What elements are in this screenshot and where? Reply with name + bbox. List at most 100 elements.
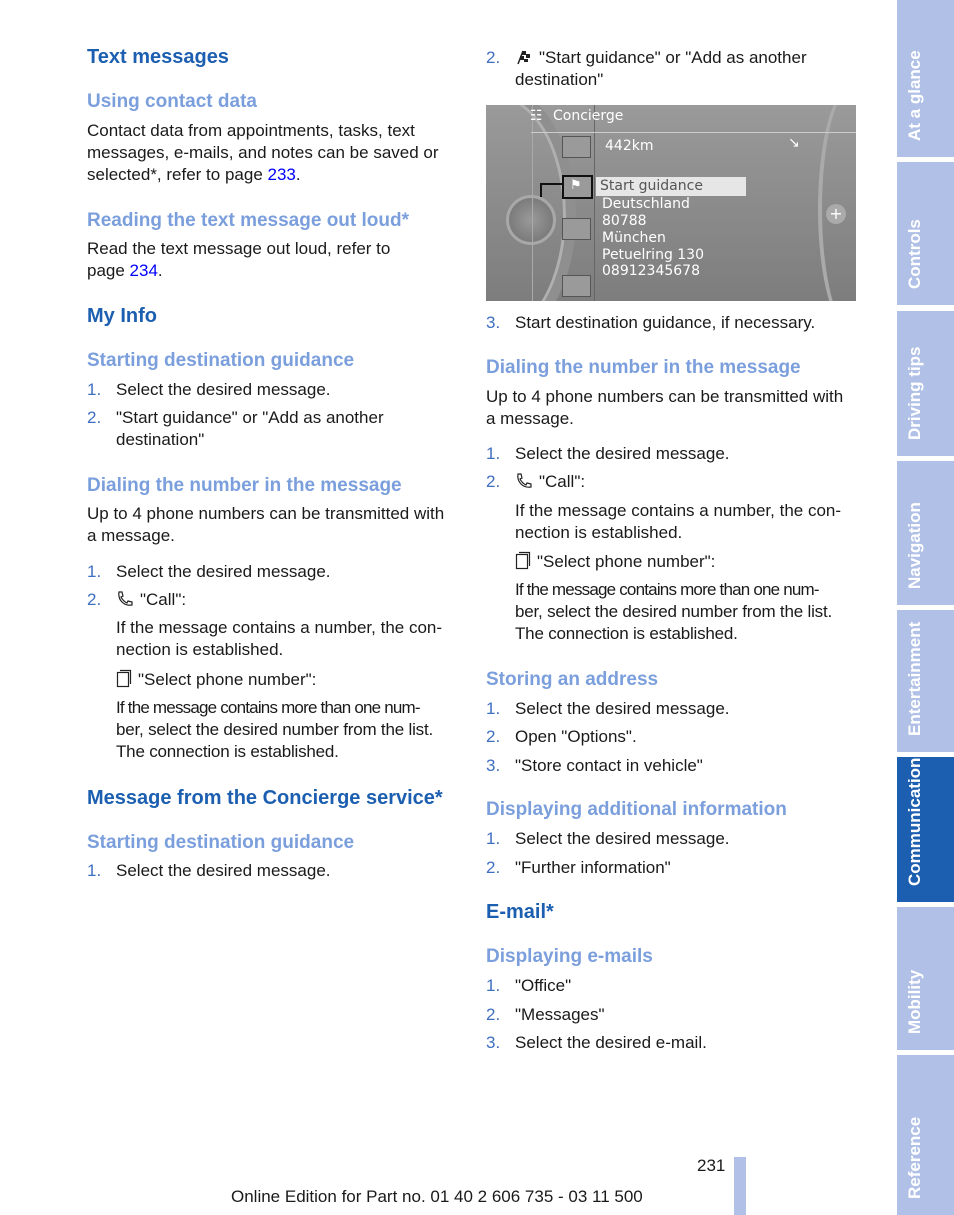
select-note: If the message contains more than one nu… xyxy=(515,579,832,645)
text-line: page xyxy=(87,261,130,280)
text-line: Up to 4 phone numbers can be transmitted… xyxy=(87,504,445,523)
text-line: If the message contains more than one nu… xyxy=(515,580,820,599)
step-text: Select the desired message. xyxy=(515,444,730,463)
phone-button-icon xyxy=(562,218,591,240)
heading-starting-guidance-2: Starting destination guidance xyxy=(87,832,355,853)
page-number: 231 xyxy=(697,1156,726,1175)
text-line: Contact data from appointments, tasks, t… xyxy=(87,121,415,140)
contact-paragraph: Contact data from appointments, tasks, t… xyxy=(87,121,439,184)
heading-reading-out-loud: Reading the text message out loud* xyxy=(87,210,409,231)
phone-icon xyxy=(517,473,532,488)
tab-at-a-glance[interactable]: At a glance xyxy=(897,0,954,157)
text-line: Read the text message out loud, refer to xyxy=(87,239,391,258)
tab-entertainment[interactable]: Entertainment xyxy=(897,610,954,752)
tab-label: Mobility xyxy=(905,969,924,1034)
screen-line: Deutschland xyxy=(602,196,690,212)
text-line: messages, e-mails, and notes can be save… xyxy=(87,143,439,162)
step-number: 3. xyxy=(486,1033,501,1052)
step-number: 2. xyxy=(486,1005,501,1024)
text-line: destination" xyxy=(116,430,205,449)
dialing-paragraph: Up to 4 phone numbers can be transmitted… xyxy=(87,503,444,547)
text-line: "Start guidance" or "Add as another xyxy=(116,408,384,427)
page-link-233[interactable]: 233 xyxy=(268,165,296,184)
step-text: Select the desired e-mail. xyxy=(515,1033,707,1052)
step-text: Open "Options". xyxy=(515,727,637,746)
heading-dialing-number: Dialing the number in the message xyxy=(486,357,801,378)
dial-note: If the message contains a number, the co… xyxy=(116,617,442,661)
screen-title: Concierge xyxy=(553,108,624,124)
tab-controls[interactable]: Controls xyxy=(897,162,954,305)
text-line: "Select phone number": xyxy=(138,670,317,689)
text-line: If the message contains a number, the co… xyxy=(116,618,443,637)
edition-footer: Online Edition for Part no. 01 40 2 606 … xyxy=(231,1187,643,1206)
text-line: "Call": xyxy=(140,590,187,609)
step-number: 3. xyxy=(486,313,501,332)
step-number: 1. xyxy=(486,699,501,718)
screen-distance: 442km xyxy=(605,138,654,154)
step-number: 1. xyxy=(87,861,102,880)
dial-note: If the message contains a number, the co… xyxy=(515,500,841,544)
plus-icon: + xyxy=(826,204,846,224)
select-phone-number-icon xyxy=(116,669,132,688)
screen-line: 80788 xyxy=(602,213,647,229)
text-line: Up to 4 phone numbers can be transmitted… xyxy=(486,387,844,406)
step-text: Start destination guidance, if necessary… xyxy=(515,313,816,332)
screen-line: 08912345678 xyxy=(602,263,700,279)
checkered-flag-icon xyxy=(517,50,530,65)
tab-communication[interactable]: Communication xyxy=(897,757,954,902)
text-line: The connection is established. xyxy=(515,624,738,643)
text-line: ber, select the desired number from the … xyxy=(116,720,433,739)
text-line: nection is established. xyxy=(515,523,683,542)
step-number: 2. xyxy=(87,408,102,427)
text-line: destination" xyxy=(515,70,604,89)
text-line: ber, select the desired number from the … xyxy=(515,602,832,621)
tab-label: Navigation xyxy=(905,502,924,589)
page-marker-bar xyxy=(734,1157,746,1215)
tab-label: Controls xyxy=(905,219,924,289)
tab-label: Reference xyxy=(905,1116,924,1199)
step-text: Select the desired message. xyxy=(515,699,730,718)
heading-concierge-message: Message from the Concierge service* xyxy=(87,787,443,809)
text-line: If the message contains a number, the co… xyxy=(515,501,842,520)
book-icon xyxy=(562,136,591,158)
manual-page: Text messages Using contact data Contact… xyxy=(0,0,954,1215)
heading-additional-info: Displaying additional information xyxy=(486,799,787,820)
step-number: 1. xyxy=(87,562,102,581)
screen-line: Petuelring 130 xyxy=(602,247,704,263)
step-number: 2. xyxy=(486,858,501,877)
tab-reference[interactable]: Reference xyxy=(897,1055,954,1215)
screen-selected-item: Start guidance xyxy=(600,178,703,194)
phone-icon xyxy=(118,591,133,606)
step-text: "Further information" xyxy=(515,858,671,877)
tab-label: At a glance xyxy=(905,50,924,141)
step-text: Select the desired message. xyxy=(116,380,331,399)
flag-button-icon: ⚑ xyxy=(562,175,593,199)
tab-label: Driving tips xyxy=(905,346,924,440)
heading-text-messages: Text messages xyxy=(87,46,229,68)
tab-label: Entertainment xyxy=(905,621,924,736)
step-text: "Office" xyxy=(515,976,572,995)
step-text: Select the desired message. xyxy=(515,829,730,848)
text-line: nection is established. xyxy=(116,640,284,659)
step-number: 2. xyxy=(87,590,102,609)
tab-navigation[interactable]: Navigation xyxy=(897,461,954,605)
text-line: "Call": xyxy=(539,472,586,491)
step-text: "Call": xyxy=(116,589,186,611)
step-text: "Messages" xyxy=(515,1005,605,1024)
tab-mobility[interactable]: Mobility xyxy=(897,907,954,1050)
text-line: a message. xyxy=(486,409,574,428)
text-line: "Start guidance" or "Add as another xyxy=(539,48,807,67)
step-text: "Start guidance" or "Add as another desti… xyxy=(515,47,807,91)
step-number: 2. xyxy=(486,727,501,746)
select-phone-number-icon xyxy=(515,551,531,570)
book-forward-icon xyxy=(562,275,591,297)
page-link-234[interactable]: 234 xyxy=(130,261,158,280)
controller-dial-icon xyxy=(506,195,556,245)
step-text: "Call": xyxy=(515,471,585,493)
step-number: 2. xyxy=(486,48,501,67)
step-text: "Start guidance" or "Add as another desti… xyxy=(116,407,384,451)
screen-line: München xyxy=(602,230,666,246)
heading-starting-guidance: Starting destination guidance xyxy=(87,350,355,371)
tab-driving-tips[interactable]: Driving tips xyxy=(897,311,954,456)
dialing-paragraph: Up to 4 phone numbers can be transmitted… xyxy=(486,386,843,430)
